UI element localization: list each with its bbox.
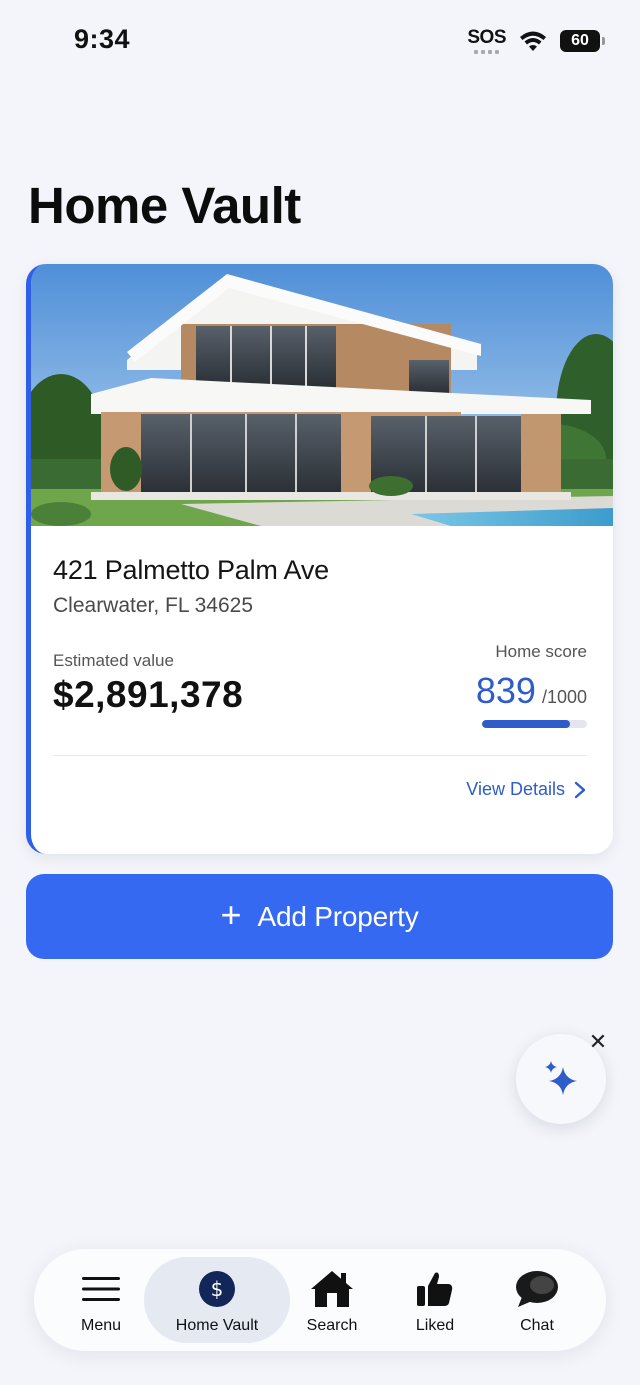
home-score: 839 /1000: [476, 670, 587, 712]
screen: 9:34 SOS 60 Home Vault 421 Palmetto Palm…: [0, 0, 640, 1385]
view-details-label: View Details: [466, 779, 565, 799]
sparkle-icon: [545, 1061, 577, 1095]
sos-indicator: SOS: [467, 28, 506, 54]
property-address: 421 Palmetto Palm Ave: [53, 555, 329, 585]
svg-text:$: $: [211, 1277, 224, 1301]
property-card[interactable]: 421 Palmetto Palm Ave Clearwater, FL 346…: [26, 264, 613, 854]
battery-level: 60: [571, 32, 589, 49]
wifi-icon: [520, 31, 546, 51]
nav-item-home-vault[interactable]: $ Home Vault: [144, 1257, 290, 1343]
home-score-label: Home score: [495, 642, 587, 661]
home-score-max: /1000: [541, 687, 587, 707]
nav-item-search[interactable]: Search: [277, 1257, 387, 1343]
nav-item-chat[interactable]: Chat: [482, 1257, 592, 1343]
status-time: 9:34: [74, 24, 131, 54]
estimated-value: $2,891,378: [53, 674, 244, 715]
nav-item-liked[interactable]: Liked: [380, 1257, 490, 1343]
nav-label-chat: Chat: [520, 1317, 554, 1334]
nav-item-menu[interactable]: Menu: [46, 1257, 156, 1343]
status-indicators: SOS 60: [467, 28, 605, 54]
home-score-fill: [482, 720, 571, 728]
property-city: Clearwater, FL 34625: [53, 594, 254, 617]
menu-icon: [81, 1267, 121, 1311]
add-property-label: Add Property: [257, 900, 419, 932]
house-icon: [309, 1267, 355, 1311]
estimated-value-label: Estimated value: [53, 651, 174, 670]
chat-icon: [514, 1267, 560, 1311]
add-property-button[interactable]: + Add Property: [26, 874, 613, 959]
nav-label-search: Search: [306, 1317, 358, 1334]
thumbs-up-icon: [415, 1267, 455, 1311]
dollar-icon: $: [198, 1267, 236, 1311]
battery-icon: 60: [560, 30, 605, 52]
signal-dots: [474, 50, 500, 54]
home-score-bar: [482, 720, 587, 728]
plus-icon: +: [220, 894, 242, 935]
nav-label-liked: Liked: [415, 1317, 455, 1334]
sos-label: SOS: [467, 27, 506, 48]
nav-label-menu: Menu: [80, 1317, 122, 1334]
bottom-nav: Menu $ Home Vault Search Liked Chat: [34, 1249, 606, 1351]
card-divider: [53, 755, 587, 756]
home-score-value: 839: [475, 670, 536, 711]
chevron-right-icon: [574, 781, 586, 798]
page-title: Home Vault: [28, 177, 301, 234]
close-icon[interactable]: ✕: [586, 1029, 610, 1054]
property-photo: [31, 264, 613, 526]
nav-label-home-vault: Home Vault: [175, 1317, 259, 1334]
view-details-link[interactable]: View Details: [466, 779, 587, 800]
